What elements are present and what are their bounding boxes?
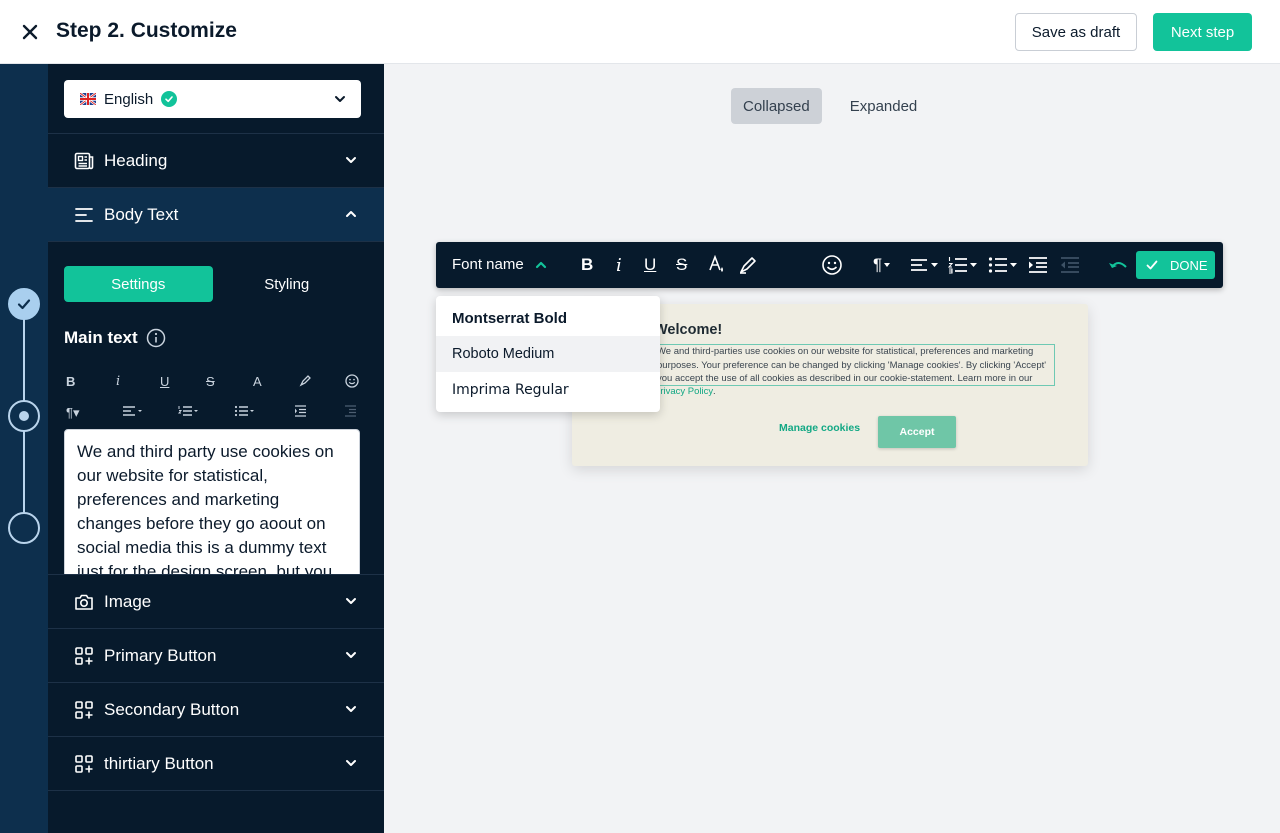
- next-step-button[interactable]: Next step: [1153, 13, 1252, 51]
- section-body-text[interactable]: Body Text: [48, 188, 384, 242]
- uk-flag-icon: [80, 93, 96, 105]
- privacy-policy-link[interactable]: Privacy Policy: [654, 386, 713, 397]
- language-select-wrap: English: [48, 64, 384, 134]
- ordered-list-icon[interactable]: [948, 254, 978, 276]
- section-label: Heading: [104, 150, 168, 170]
- section-primary-button[interactable]: Primary Button: [48, 629, 384, 683]
- emoji-icon[interactable]: [345, 374, 359, 391]
- italic-icon[interactable]: i: [616, 254, 622, 276]
- undo-icon[interactable]: [1107, 254, 1129, 276]
- view-tabs: Collapsed Expanded: [731, 88, 945, 124]
- check-circle-icon: [161, 91, 178, 107]
- font-option-imprima-regular[interactable]: Imprima Regular: [436, 372, 660, 408]
- preview-canvas: Collapsed Expanded Font name B i U S ¶ D…: [384, 64, 1280, 833]
- section-label: Primary Button: [104, 645, 217, 665]
- heading-icon: [74, 151, 94, 171]
- section-label: Secondary Button: [104, 699, 240, 719]
- current-step-dot: [19, 411, 29, 421]
- tab-settings[interactable]: Settings: [64, 266, 213, 302]
- underline-icon[interactable]: U: [160, 374, 169, 389]
- section-label: thirtiary Button: [104, 753, 214, 773]
- font-name-select[interactable]: Font name: [452, 256, 524, 273]
- align-icon[interactable]: [910, 254, 940, 276]
- italic-icon[interactable]: i: [116, 374, 120, 389]
- mini-toolbar-row-1: B i U S A: [64, 374, 364, 394]
- banner-body-text[interactable]: We and third-parties use cookies on our …: [652, 344, 1055, 386]
- tab-collapsed[interactable]: Collapsed: [731, 88, 822, 124]
- font-option-roboto-medium[interactable]: Roboto Medium: [436, 336, 660, 372]
- tab-styling[interactable]: Styling: [213, 266, 362, 302]
- tab-expanded[interactable]: Expanded: [838, 88, 930, 124]
- section-heading[interactable]: Heading: [48, 134, 384, 188]
- mini-toolbar-row-2: ¶▾: [64, 405, 364, 425]
- info-icon[interactable]: [146, 328, 166, 348]
- language-label: English: [104, 90, 154, 108]
- bold-icon[interactable]: B: [581, 254, 593, 276]
- chevron-down-icon: [346, 652, 356, 658]
- top-bar: Step 2. Customize Save as draft Next ste…: [0, 0, 1280, 64]
- section-label: Body Text: [104, 204, 179, 224]
- apps-add-icon: [74, 700, 94, 720]
- customize-sidebar: English Heading Body Text Settings Styli…: [48, 64, 384, 833]
- underline-icon[interactable]: U: [644, 254, 656, 276]
- bullet-list-icon[interactable]: [988, 254, 1018, 276]
- banner-link-suffix: .: [713, 386, 716, 397]
- step-3-pending[interactable]: [8, 512, 40, 544]
- step-1-completed[interactable]: [8, 288, 40, 320]
- check-icon: [17, 299, 31, 310]
- chevron-down-icon: [346, 760, 356, 766]
- bullet-list-icon[interactable]: [234, 405, 256, 420]
- align-icon[interactable]: [122, 405, 144, 420]
- accept-button[interactable]: Accept: [878, 416, 956, 448]
- apps-add-icon: [74, 754, 94, 774]
- font-option-montserrat-bold[interactable]: Montserrat Bold: [436, 296, 660, 336]
- chevron-down-icon: [346, 706, 356, 712]
- indent-icon[interactable]: [294, 405, 307, 420]
- paragraph-icon[interactable]: ¶▾: [66, 405, 80, 421]
- rich-text-toolbar: Font name B i U S ¶ DONE: [436, 242, 1223, 288]
- done-button[interactable]: DONE: [1136, 251, 1215, 279]
- save-as-draft-button[interactable]: Save as draft: [1015, 13, 1137, 51]
- font-color-icon[interactable]: A: [253, 374, 262, 389]
- manage-cookies-button[interactable]: Manage cookies: [779, 422, 860, 434]
- section-thirtiary-button[interactable]: thirtiary Button: [48, 737, 384, 791]
- body-text-panel: Settings Styling Main text B i U S A ¶▾: [48, 242, 384, 575]
- chevron-up-icon[interactable]: [534, 258, 548, 272]
- chevron-down-icon: [346, 157, 356, 163]
- section-label: Image: [104, 591, 152, 611]
- camera-icon: [74, 592, 94, 612]
- outdent-icon[interactable]: [1060, 254, 1080, 276]
- font-color-icon[interactable]: [708, 254, 726, 276]
- banner-title[interactable]: Welcome!: [654, 322, 722, 338]
- check-icon: [1146, 260, 1158, 270]
- chevron-down-icon: [346, 598, 356, 604]
- chevron-up-icon: [346, 211, 356, 217]
- language-select[interactable]: English: [64, 80, 361, 118]
- settings-styling-toggle: Settings Styling: [64, 266, 361, 302]
- section-secondary-button[interactable]: Secondary Button: [48, 683, 384, 737]
- font-dropdown-menu: Montserrat Bold Roboto Medium Imprima Re…: [436, 296, 660, 412]
- main-text-editor[interactable]: We and third party use cookies on our we…: [64, 429, 360, 574]
- chevron-down-icon: [335, 96, 345, 102]
- outdent-icon[interactable]: [344, 405, 357, 420]
- emoji-icon[interactable]: [821, 254, 843, 276]
- page-title: Step 2. Customize: [56, 19, 237, 42]
- step-2-current[interactable]: [8, 400, 40, 432]
- stepper-rail: [0, 64, 48, 833]
- close-icon[interactable]: [18, 20, 42, 44]
- strikethrough-icon[interactable]: S: [206, 374, 215, 389]
- main-text-label: Main text: [64, 328, 138, 347]
- apps-add-icon: [74, 646, 94, 666]
- paragraph-icon[interactable]: ¶: [873, 254, 892, 276]
- indent-icon[interactable]: [1028, 254, 1048, 276]
- highlighter-icon[interactable]: [738, 254, 758, 276]
- ordered-list-icon[interactable]: [177, 405, 200, 420]
- highlighter-icon[interactable]: [299, 374, 312, 390]
- done-label: DONE: [1170, 257, 1208, 273]
- section-image[interactable]: Image: [48, 575, 384, 629]
- strikethrough-icon[interactable]: S: [676, 254, 687, 276]
- bold-icon[interactable]: B: [66, 374, 75, 389]
- text-align-icon: [74, 205, 94, 225]
